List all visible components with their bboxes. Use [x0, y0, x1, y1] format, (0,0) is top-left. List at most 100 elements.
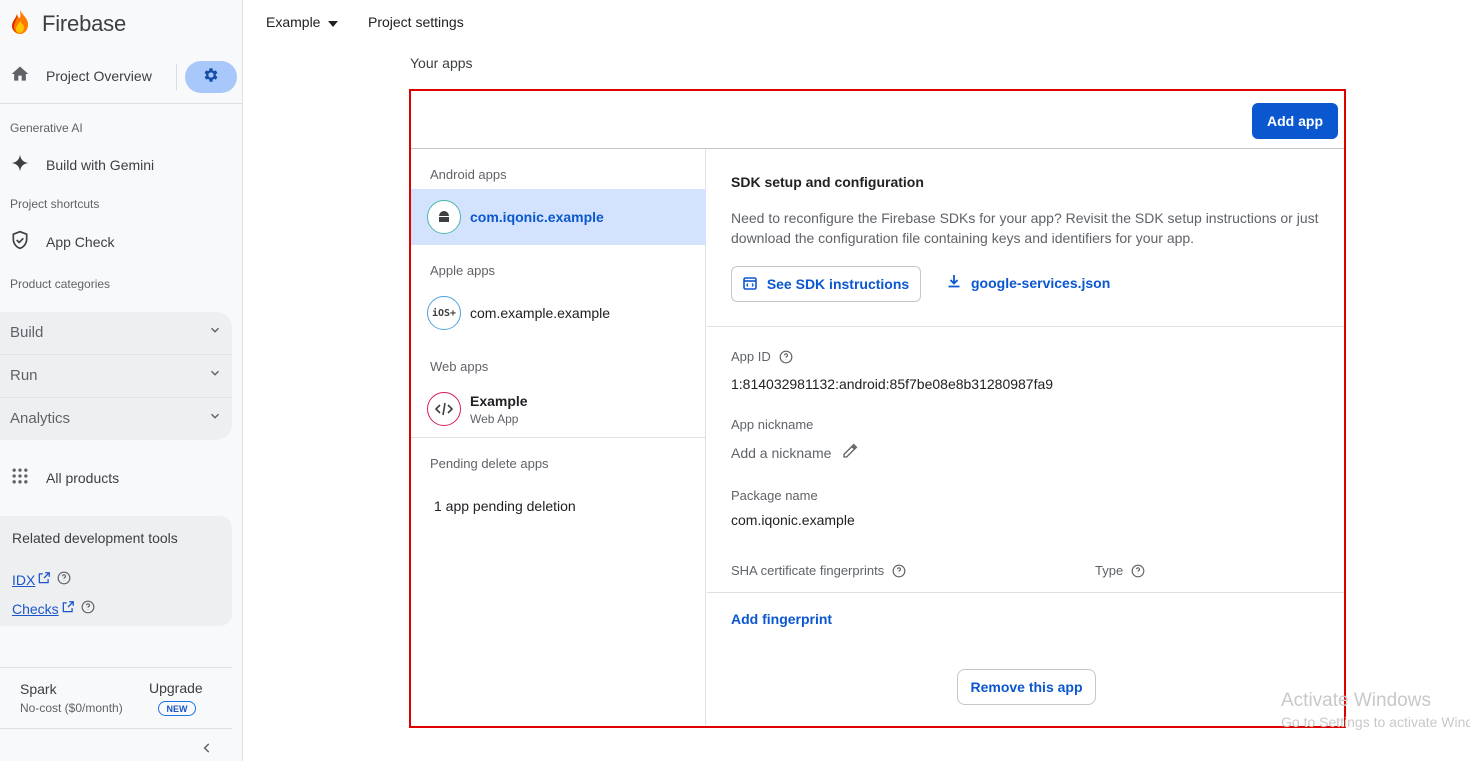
app-item-android[interactable]: com.iqonic.example [411, 189, 706, 245]
category-run[interactable]: Run [10, 355, 222, 395]
open-in-new-icon [37, 571, 51, 588]
project-overview-link[interactable]: Project Overview [10, 62, 152, 90]
page-title: Project settings [368, 14, 464, 30]
firebase-flame-icon [10, 9, 30, 40]
project-selector[interactable]: Example [266, 14, 339, 30]
code-icon [427, 392, 461, 426]
checks-link[interactable]: Checks [12, 601, 59, 617]
brand-name: Firebase [42, 11, 126, 36]
category-build[interactable]: Build [10, 312, 222, 352]
add-fingerprint-link[interactable]: Add fingerprint [731, 611, 832, 627]
apps-list: Android apps com.iqonic.example Apple ap… [411, 149, 706, 726]
divider [411, 437, 706, 438]
type-label-row: Type [1095, 563, 1145, 578]
plan-subtitle: No-cost ($0/month) [20, 701, 123, 715]
app-id-value: 1:814032981132:android:85f7be08e8b312809… [731, 376, 1054, 392]
web-apps-heading: Web apps [430, 359, 489, 374]
apps-card-toolbar: Add app [411, 91, 1344, 149]
package-name-value: com.iqonic.example [731, 512, 855, 528]
chevron-down-icon [208, 323, 222, 342]
apps-grid-icon [10, 466, 30, 491]
product-categories-group: Build Run Analytics [0, 312, 232, 440]
app-id-label-row: App ID [731, 349, 793, 364]
app-details: SDK setup and configuration Need to reco… [707, 149, 1344, 726]
help-icon[interactable] [81, 600, 95, 617]
sidebar-item-label: All products [46, 470, 120, 486]
open-in-new-icon [61, 600, 75, 617]
divider [176, 64, 177, 90]
download-link-label: google-services.json [971, 274, 1111, 291]
watermark-title: Activate Windows [1281, 690, 1431, 711]
field-label: Type [1095, 563, 1124, 578]
new-badge: NEW [158, 701, 196, 716]
chevron-down-icon [208, 409, 222, 428]
field-label: App ID [731, 349, 771, 364]
windows-activation-watermark: Activate Windows Go to Settings to activ… [1281, 690, 1470, 730]
apps-card: Add app Android apps com.iqonic.example … [409, 89, 1346, 728]
firebase-logo[interactable]: Firebase [10, 9, 126, 40]
sdk-title: SDK setup and configuration [731, 174, 924, 190]
sidebar: Firebase Project Overview Generative AI … [0, 0, 243, 761]
app-item-web[interactable]: Example Web App [411, 381, 706, 437]
pending-deletion-link[interactable]: 1 app pending deletion [434, 498, 576, 514]
idx-link[interactable]: IDX [12, 572, 35, 588]
ios-badge: iOS+ [431, 307, 457, 319]
category-label: Analytics [10, 409, 71, 427]
sdk-description: Need to reconfigure the Firebase SDKs fo… [731, 210, 1319, 246]
download-icon [947, 274, 961, 291]
pencil-icon[interactable] [841, 442, 859, 463]
section-project-shortcuts: Project shortcuts [10, 197, 100, 211]
nickname-field[interactable]: Add a nickname [731, 442, 859, 463]
category-label: Build [10, 323, 44, 341]
sdk-button-label: See SDK instructions [766, 276, 910, 292]
divider [0, 667, 232, 668]
upgrade-button[interactable]: Upgrade [149, 680, 203, 696]
category-analytics[interactable]: Analytics [10, 398, 222, 438]
project-overview-label: Project Overview [46, 68, 152, 84]
field-label-nickname: App nickname [731, 417, 814, 432]
home-icon [10, 64, 30, 89]
field-label: SHA certificate fingerprints [731, 563, 885, 578]
apple-apps-heading: Apple apps [430, 263, 496, 278]
idx-link-row: IDX [12, 571, 71, 588]
app-item-name: Example [470, 392, 528, 409]
help-icon[interactable] [1131, 564, 1145, 578]
divider [707, 326, 1344, 327]
app-item-apple[interactable]: iOS+ com.example.example [411, 285, 706, 341]
checks-link-row: Checks [12, 600, 95, 617]
help-icon[interactable] [57, 571, 71, 588]
divider [0, 728, 232, 729]
help-icon[interactable] [779, 350, 793, 364]
top-header: Example Project settings [243, 0, 1470, 48]
field-label-package: Package name [731, 488, 818, 503]
download-config-link[interactable]: google-services.json [947, 274, 1110, 291]
help-icon[interactable] [892, 564, 906, 578]
android-apps-heading: Android apps [430, 167, 507, 182]
sidebar-item-app-check[interactable]: App Check [10, 230, 114, 254]
category-label: Run [10, 366, 38, 384]
add-app-button[interactable]: Add app [1252, 103, 1338, 139]
related-tools-title: Related development tools [12, 530, 178, 546]
nickname-placeholder: Add a nickname [731, 444, 832, 461]
sidebar-item-all-products[interactable]: All products [10, 466, 119, 490]
your-apps-heading: Your apps [410, 55, 473, 71]
project-settings-button[interactable] [185, 61, 237, 93]
collapse-sidebar-button[interactable] [200, 741, 214, 760]
sidebar-item-build-with-gemini[interactable]: Build with Gemini [10, 153, 154, 177]
app-item-subtitle: Web App [470, 411, 519, 426]
chevron-down-icon [208, 366, 222, 385]
section-product-categories: Product categories [10, 277, 111, 291]
ios-icon: iOS+ [427, 296, 461, 330]
plan-info: Spark No-cost ($0/month) [20, 681, 123, 715]
caret-down-icon [328, 14, 339, 30]
pending-delete-heading: Pending delete apps [430, 456, 549, 471]
divider [707, 592, 1344, 593]
sidebar-item-label: Build with Gemini [46, 157, 155, 173]
see-sdk-instructions-button[interactable]: See SDK instructions [731, 266, 921, 302]
calendar-code-icon [743, 276, 757, 293]
web-app-text: Example Web App [470, 393, 528, 426]
sparkle-icon [10, 153, 30, 178]
app-item-name: com.iqonic.example [470, 209, 604, 225]
shield-check-icon [10, 230, 30, 255]
remove-app-button[interactable]: Remove this app [957, 669, 1096, 705]
